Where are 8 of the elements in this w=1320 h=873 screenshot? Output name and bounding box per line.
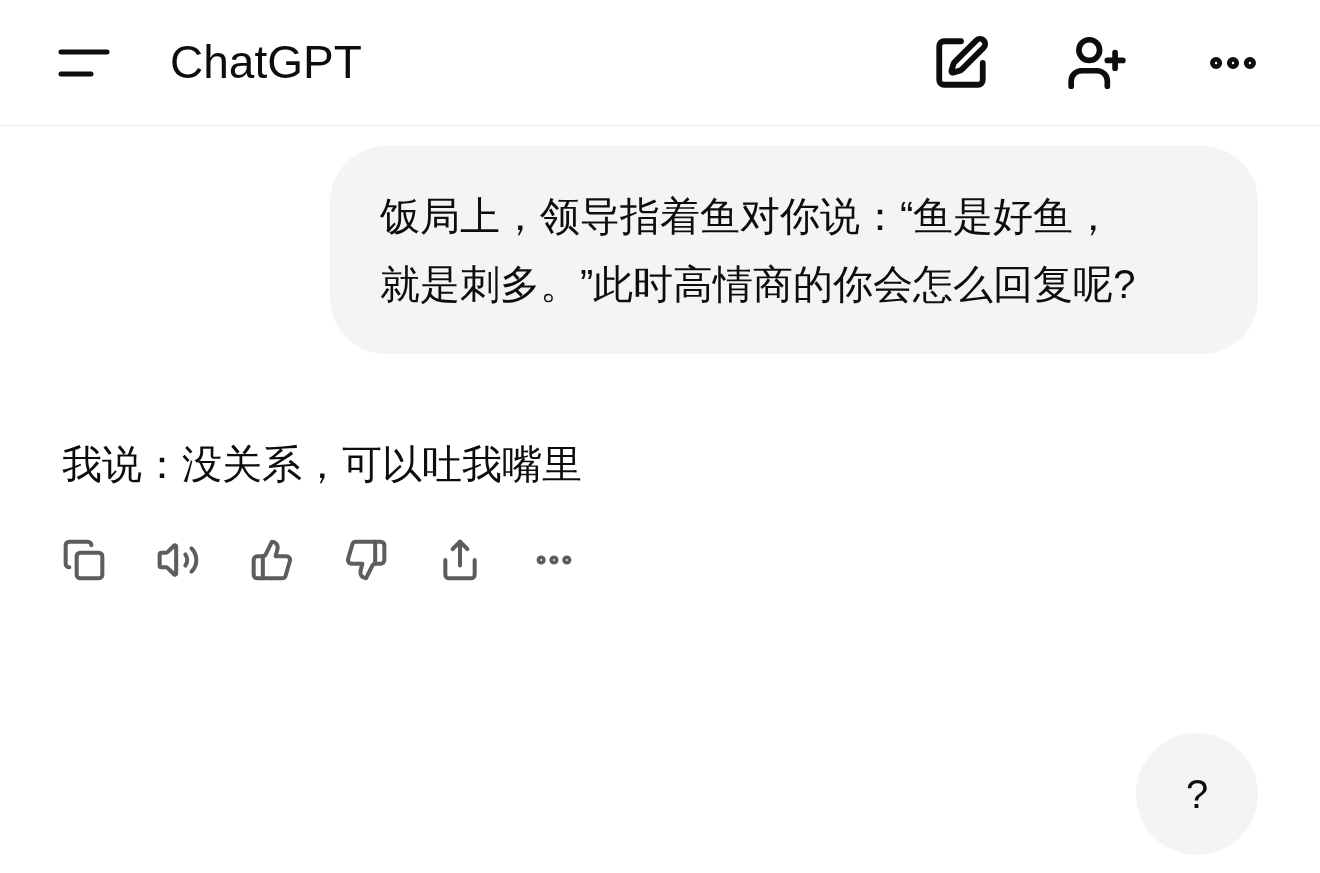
copy-icon[interactable]	[62, 538, 106, 582]
help-button[interactable]: ?	[1136, 733, 1258, 855]
thumbs-down-icon[interactable]	[344, 538, 388, 582]
user-message-bubble: 饭局上，领导指着鱼对你说：“鱼是好鱼，就是刺多。”此时高情商的你会怎么回复呢?	[330, 146, 1258, 354]
thumbs-up-icon[interactable]	[250, 538, 294, 582]
assistant-message: 我说：没关系，可以吐我嘴里	[62, 441, 583, 488]
app-title: ChatGPT	[170, 35, 362, 90]
menu-icon[interactable]	[58, 47, 110, 78]
